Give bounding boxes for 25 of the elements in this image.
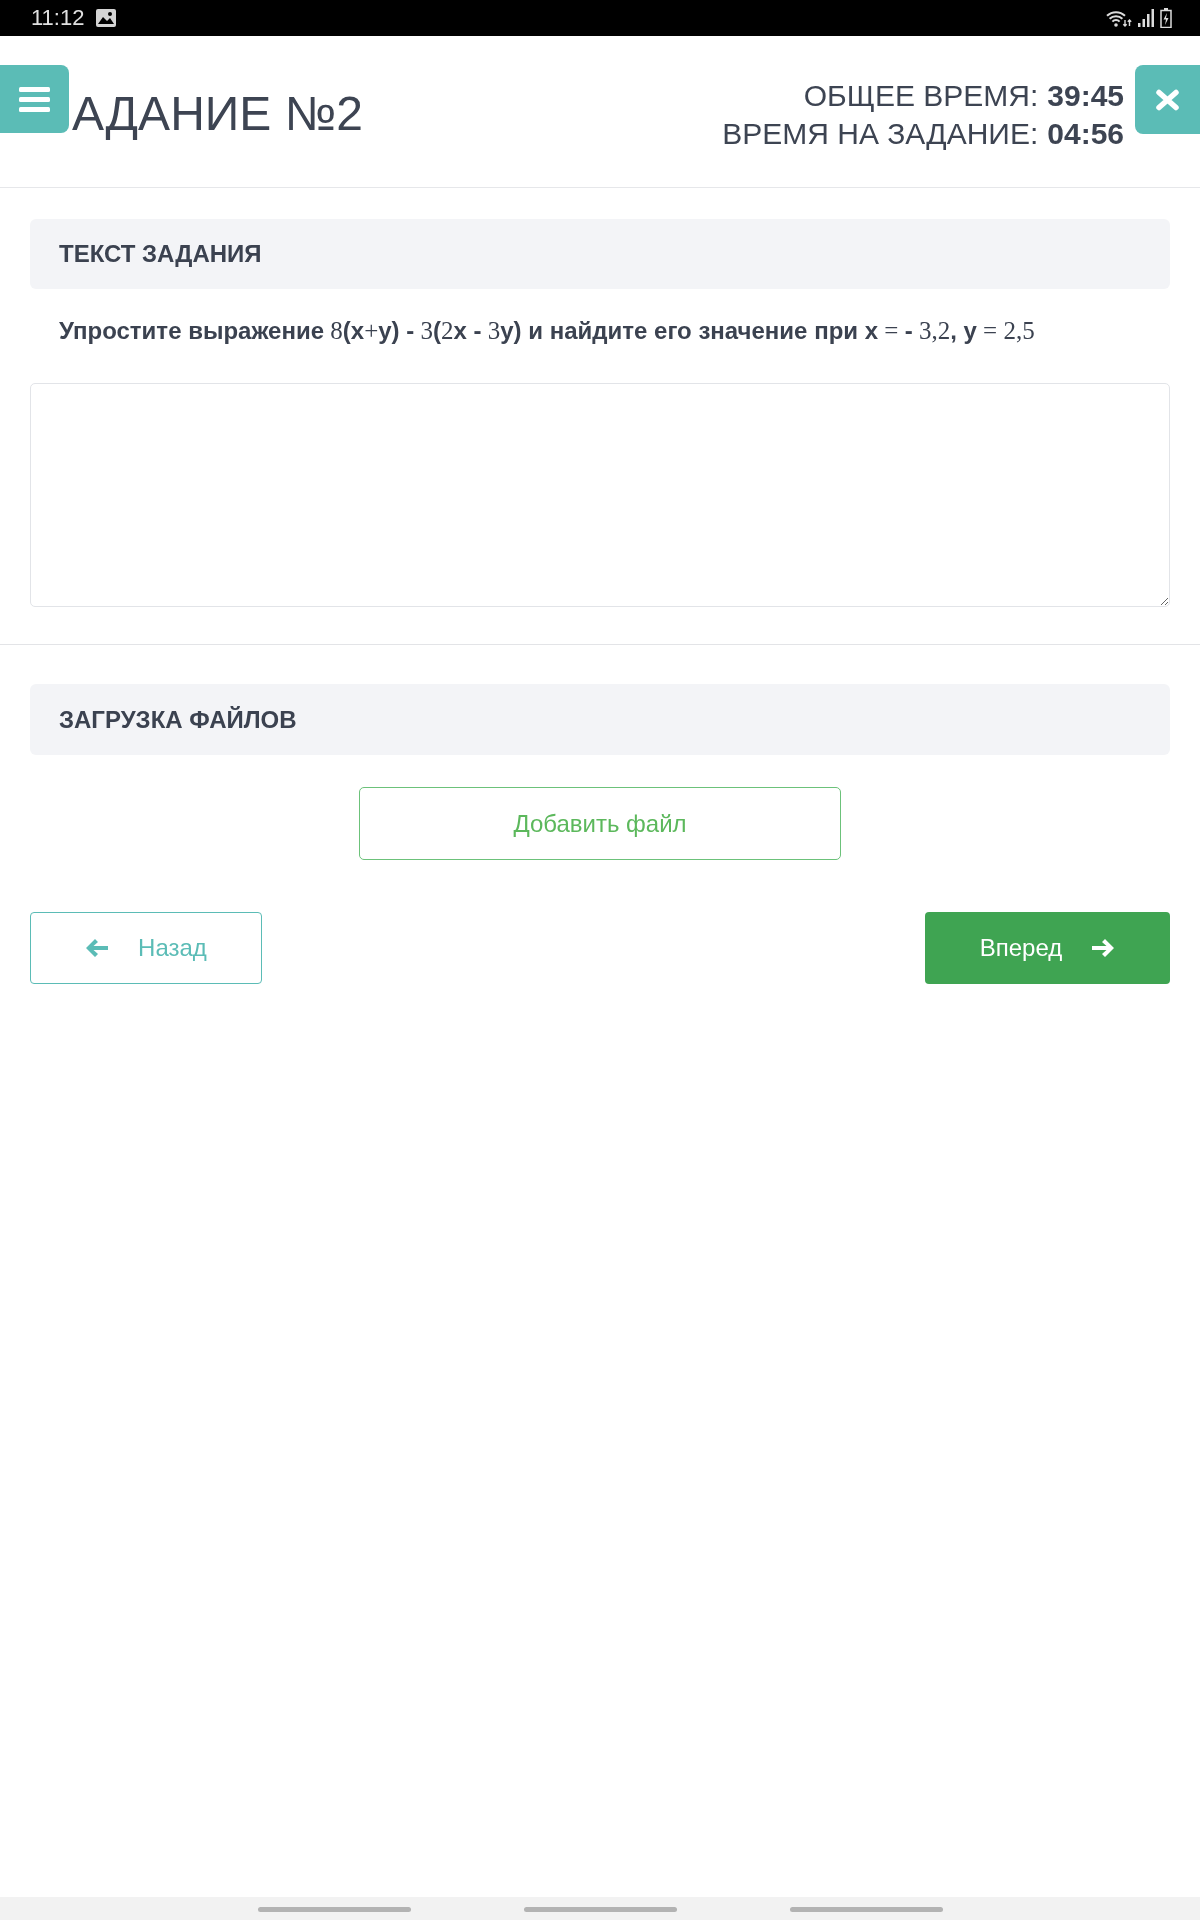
wifi-icon — [1106, 9, 1132, 27]
signal-icon — [1138, 9, 1154, 27]
close-button[interactable] — [1135, 65, 1200, 134]
status-time: 11:12 — [31, 6, 85, 30]
arrow-left-icon — [85, 938, 110, 958]
nav-pill-icon — [523, 1907, 677, 1912]
back-button[interactable]: Назад — [30, 912, 262, 984]
timer-value: 39:45 — [1047, 79, 1124, 112]
section-heading: ЗАГРУЗКА ФАЙЛОВ — [30, 684, 1170, 755]
arrow-right-icon — [1091, 938, 1116, 958]
task-title: АДАНИЕ №2 — [72, 90, 363, 138]
nav-pill-icon — [789, 1907, 943, 1912]
forward-button[interactable]: Вперед — [925, 912, 1170, 984]
menu-button[interactable] — [0, 65, 69, 133]
timer-label: ОБЩЕЕ ВРЕМЯ: — [803, 79, 1039, 112]
menu-icon — [19, 86, 50, 112]
section-heading: ТЕКСТ ЗАДАНИЯ — [30, 219, 1170, 289]
nav-pill-icon — [257, 1907, 411, 1912]
battery-icon — [1160, 8, 1172, 28]
image-icon — [96, 9, 117, 27]
timer-label: ВРЕМЯ НА ЗАДАНИЕ: — [722, 117, 1039, 150]
task-text: Упростите выражение 8(x+y) - 3(2x - 3y) и найдите его значение при x = - 3,2, y = 2,5 — [59, 316, 1036, 346]
add-file-button[interactable]: Добавить файл — [359, 787, 841, 860]
close-icon — [1155, 88, 1180, 111]
timer-value: 04:56 — [1047, 117, 1124, 150]
